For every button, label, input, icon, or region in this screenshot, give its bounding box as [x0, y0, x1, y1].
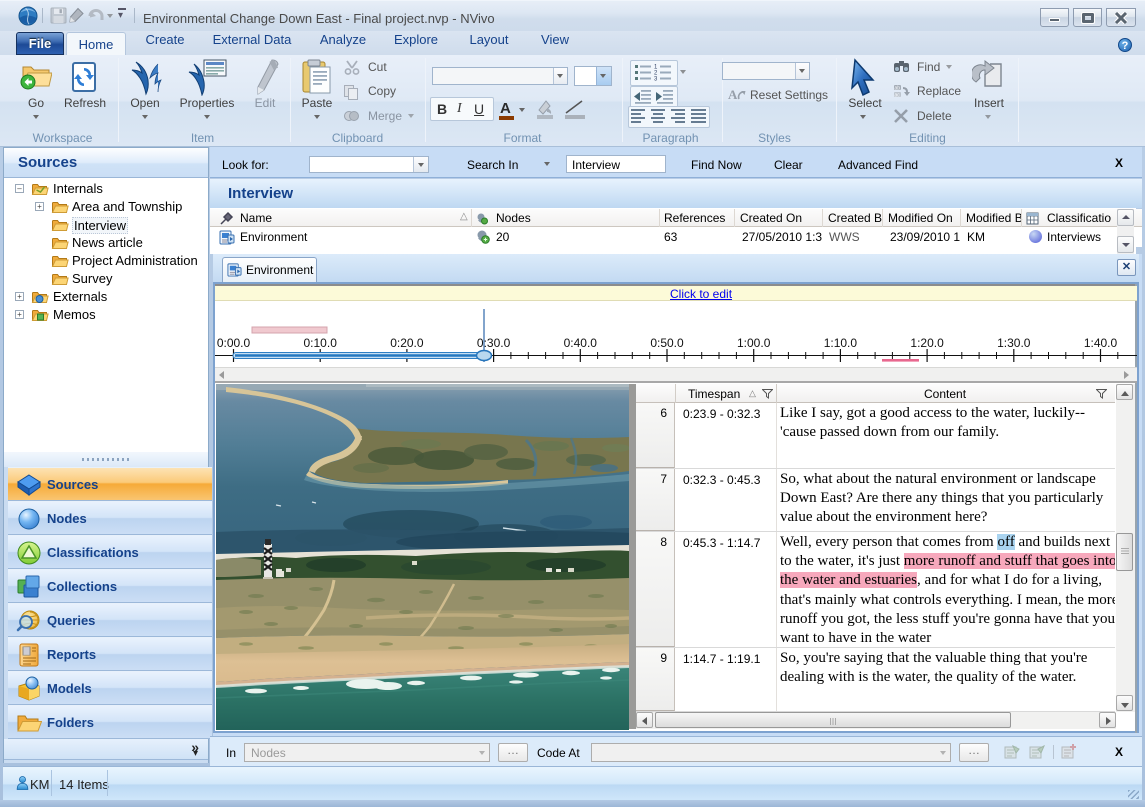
svg-text:0:40.0: 0:40.0 — [564, 336, 598, 350]
svg-text:1:10.0: 1:10.0 — [824, 336, 858, 350]
svg-text:ac: ac — [895, 93, 901, 99]
svg-text:3: 3 — [654, 77, 658, 82]
svg-text:A: A — [728, 87, 738, 102]
svg-text:ab: ab — [895, 86, 901, 92]
svg-text:0:50.0: 0:50.0 — [650, 336, 684, 350]
svg-text:0:00.0: 0:00.0 — [217, 336, 251, 350]
svg-text:1:30.0: 1:30.0 — [997, 336, 1031, 350]
svg-text:0:10.0: 0:10.0 — [304, 336, 338, 350]
svg-text:0:20.0: 0:20.0 — [390, 336, 424, 350]
svg-text:1:20.0: 1:20.0 — [910, 336, 944, 350]
svg-text:1:40.0: 1:40.0 — [1084, 336, 1118, 350]
svg-text:0:30.0: 0:30.0 — [477, 336, 511, 350]
svg-text:1:00.0: 1:00.0 — [737, 336, 771, 350]
